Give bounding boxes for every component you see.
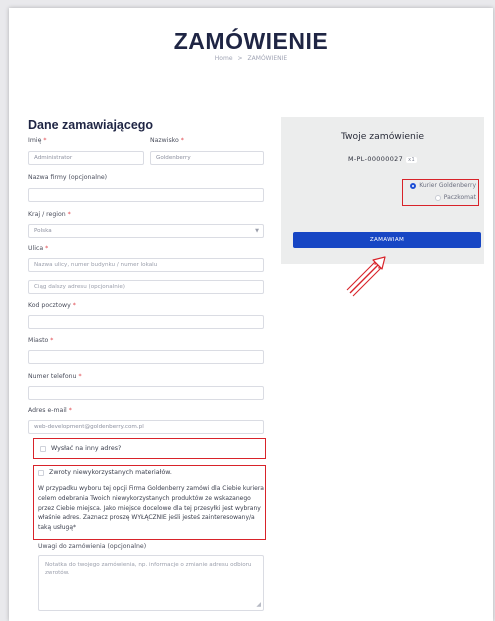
email-label: Adres e-mail * — [28, 407, 72, 414]
returns-label: Zwroty niewykorzystanych materiałów. — [49, 469, 172, 476]
radio-selected-icon — [410, 182, 417, 189]
phone-label: Numer telefonu * — [28, 373, 82, 380]
country-label: Kraj / region * — [28, 211, 71, 218]
postcode-input[interactable] — [28, 315, 264, 329]
shipping-option-label: Kurier Goldenberry — [419, 182, 476, 189]
checkbox-icon — [38, 469, 44, 476]
company-label: Nazwa firmy (opcjonalne) — [28, 174, 108, 181]
company-input[interactable] — [28, 188, 264, 202]
returns-checkbox[interactable]: Zwroty niewykorzystanych materiałów. — [38, 469, 172, 476]
first-name-input[interactable]: Administrator — [28, 151, 144, 165]
checkbox-icon — [40, 445, 46, 452]
place-order-button[interactable]: ZAMAWIAM — [293, 232, 481, 248]
city-label: Miasto * — [28, 337, 54, 344]
city-input[interactable] — [28, 350, 264, 364]
annotation-arrow-icon — [346, 256, 386, 297]
postcode-label: Kod pocztowy * — [28, 302, 76, 309]
shipping-option-courier[interactable]: Kurier Goldenberry — [410, 182, 476, 189]
first-name-label: Imię * — [28, 137, 47, 144]
notes-label: Uwagi do zamówienia (opcjonalne) — [38, 543, 147, 550]
billing-section-title: Dane zamawiającego — [28, 118, 154, 132]
street-label: Ulica * — [28, 245, 49, 252]
returns-info-text: W przypadku wyboru tej opcji Firma Golde… — [38, 485, 264, 532]
country-select[interactable]: Polska ▼ — [28, 224, 264, 238]
notes-placeholder: Notatka do twojego zamówienia, np. infor… — [45, 562, 252, 576]
last-name-label: Nazwisko * — [150, 137, 184, 144]
street-input[interactable]: Nazwa ulicy, numer budynku / numer lokal… — [28, 258, 264, 272]
chevron-down-icon: ▼ — [255, 228, 259, 234]
breadcrumb-home[interactable]: Home — [215, 55, 233, 62]
order-summary: Twoje zamówienie M-PL-00000027 x1 Kurier … — [281, 117, 484, 264]
notes-textarea[interactable]: Notatka do twojego zamówienia, np. infor… — [38, 555, 264, 611]
summary-title: Twoje zamówienie — [340, 131, 425, 142]
breadcrumb-current: ZAMÓWIENIE — [247, 55, 288, 62]
radio-icon — [434, 194, 441, 201]
last-name-input[interactable]: Goldenberry — [150, 151, 264, 165]
shipping-option-parcel-locker[interactable]: Paczkomat — [434, 194, 476, 201]
phone-input[interactable] — [28, 386, 264, 400]
breadcrumb-separator: > — [237, 55, 243, 62]
ship-elsewhere-checkbox[interactable]: Wysłać na inny adres? — [40, 445, 121, 452]
shipping-option-label: Paczkomat — [443, 194, 476, 201]
order-number: M-PL-00000027 x1 — [347, 155, 418, 163]
quantity-badge: x1 — [406, 157, 418, 163]
ship-elsewhere-label: Wysłać na inny adres? — [51, 445, 122, 452]
email-input[interactable]: web-development@goldenberry.com.pl — [28, 420, 264, 434]
page-title: ZAMÓWIENIE — [173, 28, 329, 54]
street-2-input[interactable]: Ciąg dalszy adresu (opcjonalnie) — [28, 280, 264, 294]
breadcrumb: Home > ZAMÓWIENIE — [9, 55, 493, 62]
resize-handle-icon[interactable]: ◢ — [256, 601, 261, 609]
